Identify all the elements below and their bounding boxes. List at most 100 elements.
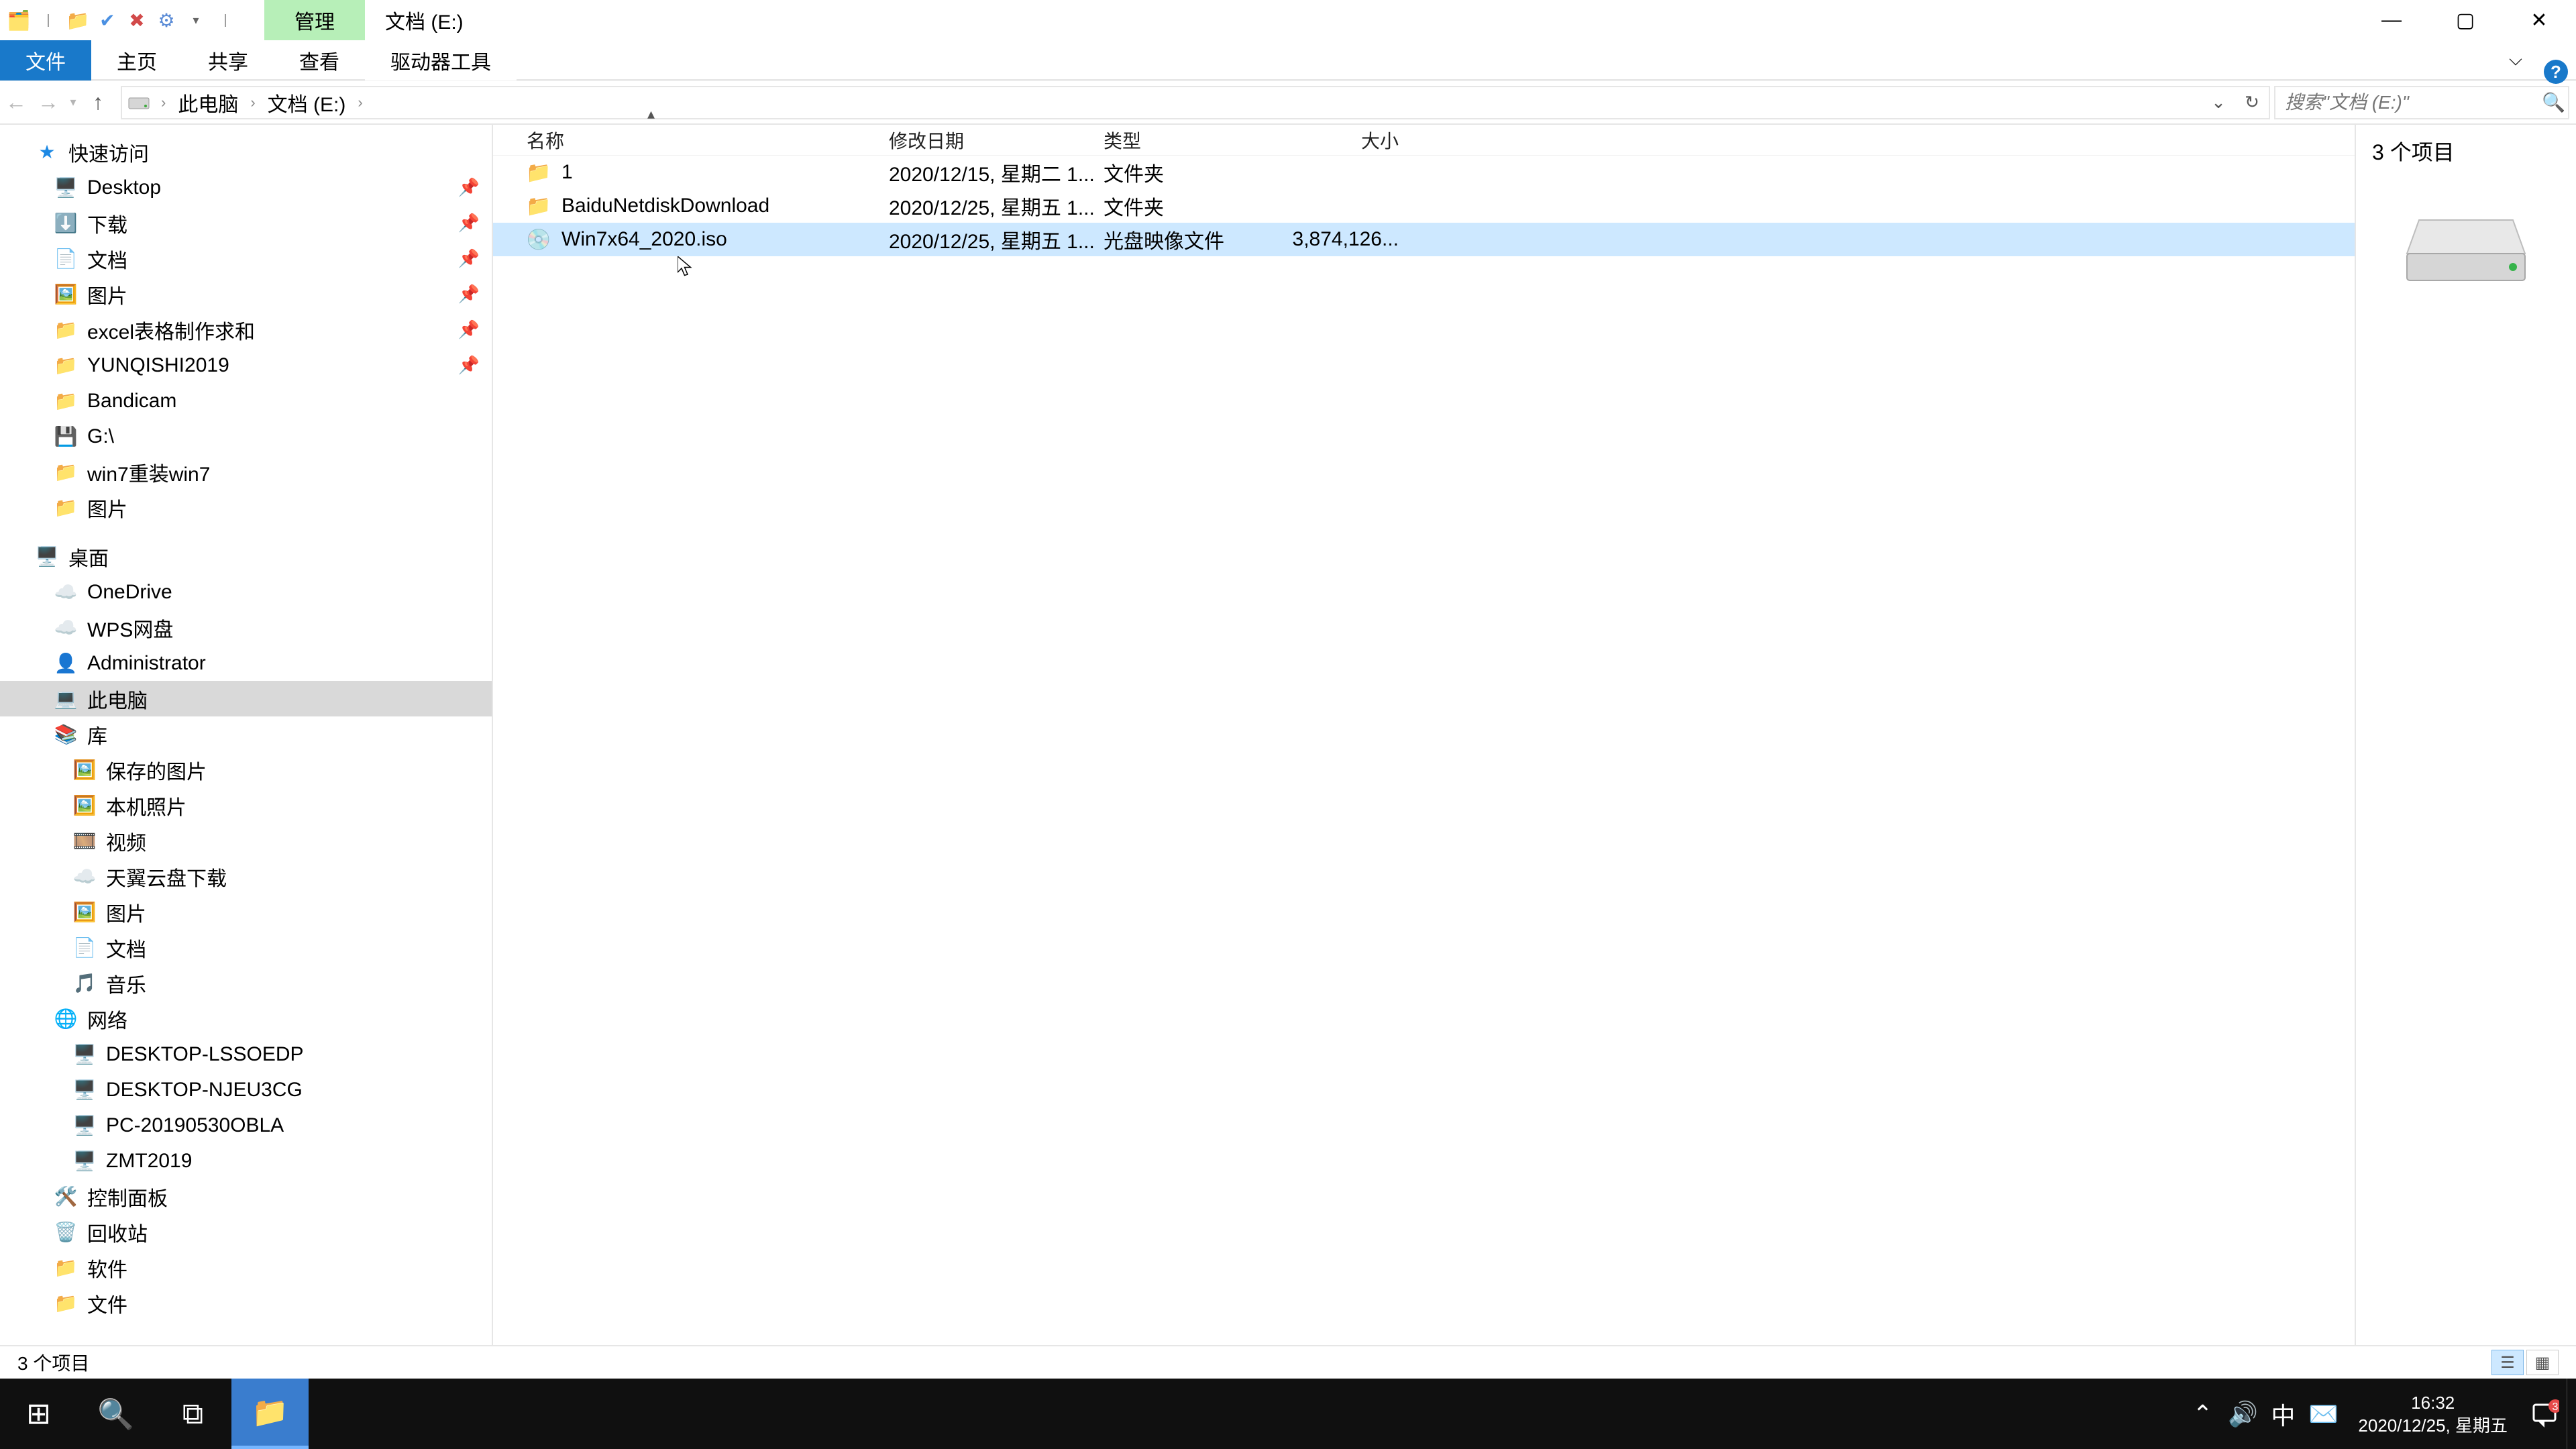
start-button[interactable]: ⊞ (0, 1379, 77, 1449)
drive-icon (122, 94, 156, 111)
nav-lib-item[interactable]: 🖼️本机照片 (0, 788, 492, 823)
view-details-button[interactable]: ☰ (2491, 1350, 2524, 1375)
file-date: 2020/12/15, 星期二 1... (889, 158, 1104, 187)
nav-lib-item[interactable]: 🖼️保存的图片 (0, 752, 492, 788)
folder-icon[interactable]: 📁 (66, 8, 90, 32)
search-icon[interactable]: 🔍 (2539, 91, 2568, 113)
ime-indicator[interactable]: 中 (2263, 1397, 2303, 1432)
column-header-date[interactable]: 修改日期 (889, 127, 1104, 154)
tray-overflow-icon[interactable]: ⌃ (2182, 1400, 2222, 1428)
show-desktop-button[interactable] (2567, 1379, 2576, 1449)
column-header-size[interactable]: 大小 (1285, 127, 1399, 154)
crumb-separator-icon[interactable]: › (156, 94, 171, 111)
nav-quick-item[interactable]: 📁Bandicam (0, 383, 492, 419)
breadcrumb-root[interactable]: 此电脑 (171, 88, 245, 117)
address-dropdown-icon[interactable]: ⌄ (2202, 87, 2235, 118)
nav-quick-item[interactable]: 📁excel表格制作求和📌 (0, 312, 492, 347)
nav-lib-item[interactable]: ☁️天翼云盘下载 (0, 859, 492, 894)
nav-up-button[interactable]: ↑ (82, 80, 114, 125)
nav-network-pc[interactable]: 🖥️ZMT2019 (0, 1143, 492, 1179)
nav-lib-item[interactable]: 🖼️图片 (0, 894, 492, 930)
nav-quick-item[interactable]: 📁YUNQISHI2019📌 (0, 347, 492, 383)
nav-lib-item[interactable]: 🎞️视频 (0, 823, 492, 859)
folder-icon: 📁 (54, 496, 78, 520)
file-row[interactable]: 📁1 2020/12/15, 星期二 1... 文件夹 (493, 156, 2355, 189)
tray-app-icon[interactable]: ✉️ (2303, 1400, 2343, 1428)
nav-back-button[interactable]: ← (0, 80, 32, 125)
maximize-button[interactable]: ▢ (2428, 0, 2502, 40)
contextual-tab-manage[interactable]: 管理 (264, 0, 365, 40)
nav-quick-item[interactable]: 🖥️Desktop📌 (0, 170, 492, 205)
gear-icon[interactable]: ⚙ (154, 8, 178, 32)
navigation-pane[interactable]: ★快速访问 🖥️Desktop📌 ⬇️下载📌 📄文档📌 🖼️图片📌 📁excel… (0, 125, 493, 1345)
column-header-type[interactable]: 类型 (1104, 127, 1285, 154)
nav-forward-button[interactable]: → (32, 80, 64, 125)
minimize-button[interactable]: — (2355, 0, 2428, 40)
crumb-separator-icon[interactable]: › (245, 94, 260, 111)
nav-recycle-bin[interactable]: 🗑️回收站 (0, 1214, 492, 1250)
nav-libraries[interactable]: 📚库 (0, 716, 492, 752)
nav-network-pc[interactable]: 🖥️DESKTOP-NJEU3CG (0, 1072, 492, 1108)
nav-lib-item[interactable]: 🎵音乐 (0, 965, 492, 1001)
file-row[interactable]: 💿Win7x64_2020.iso 2020/12/25, 星期五 1... 光… (493, 223, 2355, 256)
ribbon-collapse-icon[interactable]: ⌵ (2496, 40, 2536, 79)
nav-quick-access[interactable]: ★快速访问 (0, 134, 492, 170)
action-center-button[interactable]: 3 (2522, 1399, 2567, 1429)
folder-icon: 📁 (252, 1395, 288, 1430)
help-icon[interactable]: ? (2536, 52, 2576, 91)
nav-onedrive[interactable]: ☁️OneDrive (0, 574, 492, 610)
ribbon-tab-home[interactable]: 主页 (91, 40, 182, 80)
nav-quick-item[interactable]: 🖼️图片📌 (0, 276, 492, 312)
nav-network[interactable]: 🌐网络 (0, 1001, 492, 1036)
nav-network-pc[interactable]: 🖥️PC-20190530OBLA (0, 1108, 492, 1143)
folder-icon: 📁 (527, 194, 551, 218)
nav-control-panel[interactable]: 🛠️控制面板 (0, 1179, 492, 1214)
file-list[interactable]: 名称 修改日期 类型 大小 📁1 2020/12/15, 星期二 1... 文件… (493, 125, 2355, 1345)
ribbon-tab-drive-tools[interactable]: 驱动器工具 (365, 40, 517, 80)
pin-icon: 📌 (458, 213, 480, 233)
breadcrumb-drive[interactable]: 文档 (E:) (261, 88, 353, 117)
nav-quick-item[interactable]: 📄文档📌 (0, 241, 492, 276)
ribbon-tab-file[interactable]: 文件 (0, 40, 91, 80)
file-row[interactable]: 📁BaiduNetdiskDownload 2020/12/25, 星期五 1.… (493, 189, 2355, 223)
refresh-icon[interactable]: ↻ (2235, 87, 2269, 118)
app-icon: 🗂️ (7, 8, 31, 32)
ribbon-tab-view[interactable]: 查看 (274, 40, 365, 80)
ribbon-tab-share[interactable]: 共享 (182, 40, 274, 80)
volume-icon[interactable]: 🔊 (2222, 1400, 2263, 1428)
nav-quick-item[interactable]: ⬇️下载📌 (0, 205, 492, 241)
qat-dropdown-icon[interactable]: ▾ (184, 8, 208, 32)
address-bar[interactable]: › 此电脑 › 文档 (E:) › ⌄ ↻ (121, 86, 2270, 119)
crumb-separator-icon[interactable]: › (352, 94, 368, 111)
taskbar[interactable]: ⊞ 🔍 ⧉ 📁 ⌃ 🔊 中 ✉️ 16:32 2020/12/25, 星期五 3 (0, 1379, 2576, 1449)
nav-wps[interactable]: ☁️WPS网盘 (0, 610, 492, 645)
nav-folder[interactable]: 📁软件 (0, 1250, 492, 1285)
nav-folder[interactable]: 📁文件 (0, 1285, 492, 1321)
pin-icon: 📌 (458, 355, 480, 376)
network-icon: 🌐 (54, 1007, 78, 1031)
check-icon[interactable]: ✔ (95, 8, 119, 32)
close-button[interactable]: ✕ (2502, 0, 2576, 40)
taskbar-search-button[interactable]: 🔍 (77, 1379, 154, 1449)
nav-network-pc[interactable]: 🖥️DESKTOP-LSSOEDP (0, 1036, 492, 1072)
nav-quick-item[interactable]: 📁win7重装win7 (0, 454, 492, 490)
nav-desktop[interactable]: 🖥️桌面 (0, 539, 492, 574)
view-icons-button[interactable]: ▦ (2526, 1350, 2559, 1375)
nav-label: G:\ (87, 425, 114, 448)
search-box[interactable]: 🔍 (2274, 86, 2569, 119)
clock-time: 16:32 (2358, 1391, 2508, 1414)
nav-label: 文档 (87, 244, 127, 274)
taskbar-explorer-button[interactable]: 📁 (231, 1379, 309, 1449)
nav-lib-item[interactable]: 📄文档 (0, 930, 492, 965)
star-icon: ★ (35, 140, 59, 164)
nav-history-dropdown-icon[interactable]: ▾ (64, 80, 82, 125)
nav-user[interactable]: 👤Administrator (0, 645, 492, 681)
nav-quick-item[interactable]: 📁图片 (0, 490, 492, 525)
search-input[interactable] (2275, 92, 2539, 113)
task-view-button[interactable]: ⧉ (154, 1379, 231, 1449)
column-header-name[interactable]: 名称 (493, 127, 889, 154)
nav-this-pc[interactable]: 💻此电脑 (0, 681, 492, 716)
close-icon[interactable]: ✖ (125, 8, 149, 32)
nav-quick-item[interactable]: 💾G:\ (0, 419, 492, 454)
taskbar-clock[interactable]: 16:32 2020/12/25, 星期五 (2343, 1391, 2522, 1437)
